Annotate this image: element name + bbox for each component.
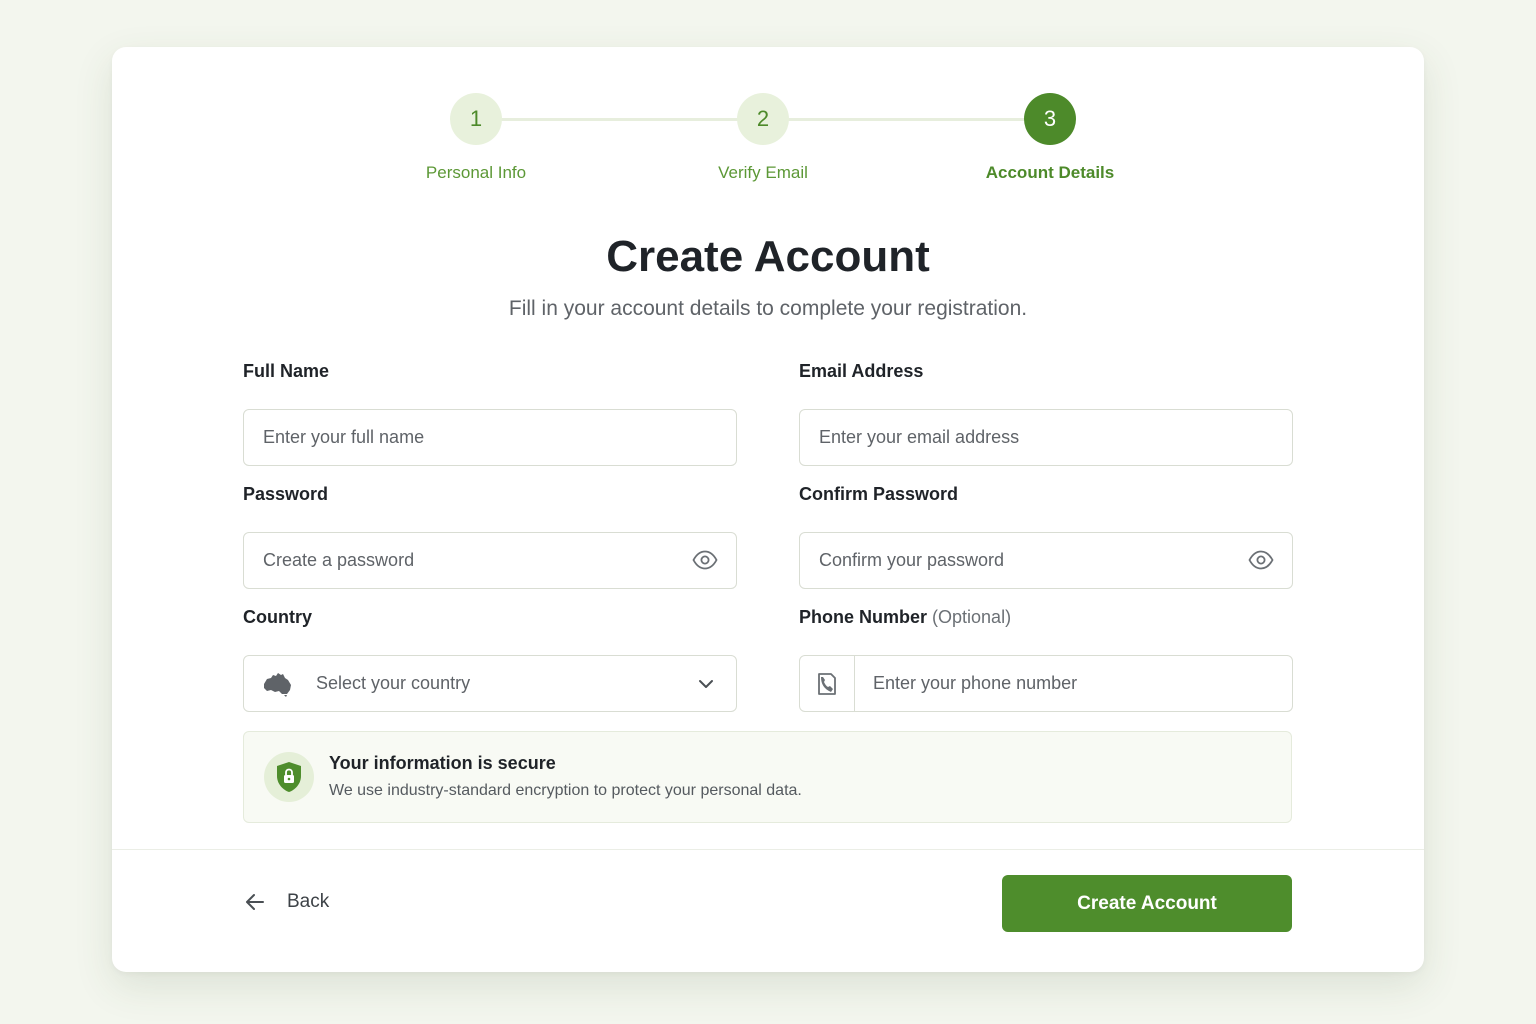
step-3-label: Account Details: [985, 163, 1115, 182]
security-icon-wrap: [264, 752, 314, 802]
step-3-number: 3: [1024, 93, 1076, 145]
eye-icon[interactable]: [1248, 549, 1274, 571]
phone-label-text: Phone Number: [799, 607, 928, 627]
step-2-label: Verify Email: [718, 163, 808, 182]
country-field: Country Select your country: [243, 607, 737, 712]
progress-stepper: 1 Personal Info 2 Verify Email 3 Account…: [112, 47, 1424, 247]
full-name-input[interactable]: Enter your full name: [243, 409, 737, 466]
back-button[interactable]: Back: [243, 885, 329, 919]
confirm-password-placeholder: Confirm your password: [819, 550, 1005, 570]
full-name-placeholder: Enter your full name: [263, 427, 425, 447]
full-name-label: Full Name: [243, 361, 330, 381]
security-title: Your information is secure: [329, 753, 556, 773]
footer-divider: [112, 849, 1424, 850]
security-text: We use industry-standard encryption to p…: [329, 782, 802, 799]
step-1-number: 1: [450, 93, 502, 145]
arrow-left-icon: [246, 894, 264, 910]
email-field: Email Address Enter your email address: [799, 361, 1293, 466]
page-title: Create Account: [606, 232, 930, 281]
phone-input[interactable]: Enter your phone number: [799, 655, 1293, 712]
phone-icon: [818, 672, 836, 695]
country-label: Country: [243, 607, 312, 627]
step-1[interactable]: 1 Personal Info: [376, 93, 576, 183]
email-placeholder: Enter your email address: [819, 427, 1020, 447]
shield-lock-icon: [277, 762, 301, 792]
step-2[interactable]: 2 Verify Email: [663, 93, 863, 183]
email-input[interactable]: Enter your email address: [799, 409, 1293, 466]
chevron-down-icon: [699, 680, 713, 688]
country-placeholder: Select your country: [316, 673, 471, 693]
page-subtitle: Fill in your account details to complete…: [508, 297, 1028, 320]
confirm-password-input[interactable]: Confirm your password: [799, 532, 1293, 589]
password-label: Password: [243, 484, 329, 504]
email-label: Email Address: [799, 361, 924, 381]
create-account-button[interactable]: Create Account: [1002, 875, 1292, 932]
phone-optional-note: (Optional): [932, 607, 1012, 627]
phone-field: Phone Number (Optional) Enter your phone…: [799, 607, 1293, 712]
password-input[interactable]: Create a password: [243, 532, 737, 589]
phone-label: Phone Number (Optional): [799, 607, 1293, 631]
phone-prefix: [800, 656, 855, 711]
step-2-number: 2: [737, 93, 789, 145]
australia-map-icon: [264, 672, 291, 697]
confirm-password-field: Confirm Password Confirm your password: [799, 484, 1293, 589]
phone-placeholder: Enter your phone number: [873, 673, 1078, 693]
step-1-label: Personal Info: [425, 163, 527, 182]
country-select[interactable]: Select your country: [243, 655, 737, 712]
registration-card: 1 Personal Info 2 Verify Email 3 Account…: [112, 47, 1424, 972]
security-notice: Your information is secure We use indust…: [243, 731, 1292, 823]
confirm-password-label: Confirm Password: [799, 484, 959, 504]
step-3[interactable]: 3 Account Details: [950, 93, 1150, 183]
password-placeholder: Create a password: [263, 550, 415, 570]
eye-icon[interactable]: [692, 549, 718, 571]
password-field: Password Create a password: [243, 484, 737, 589]
back-button-label: Back: [287, 891, 330, 912]
full-name-field: Full Name Enter your full name: [243, 361, 737, 466]
